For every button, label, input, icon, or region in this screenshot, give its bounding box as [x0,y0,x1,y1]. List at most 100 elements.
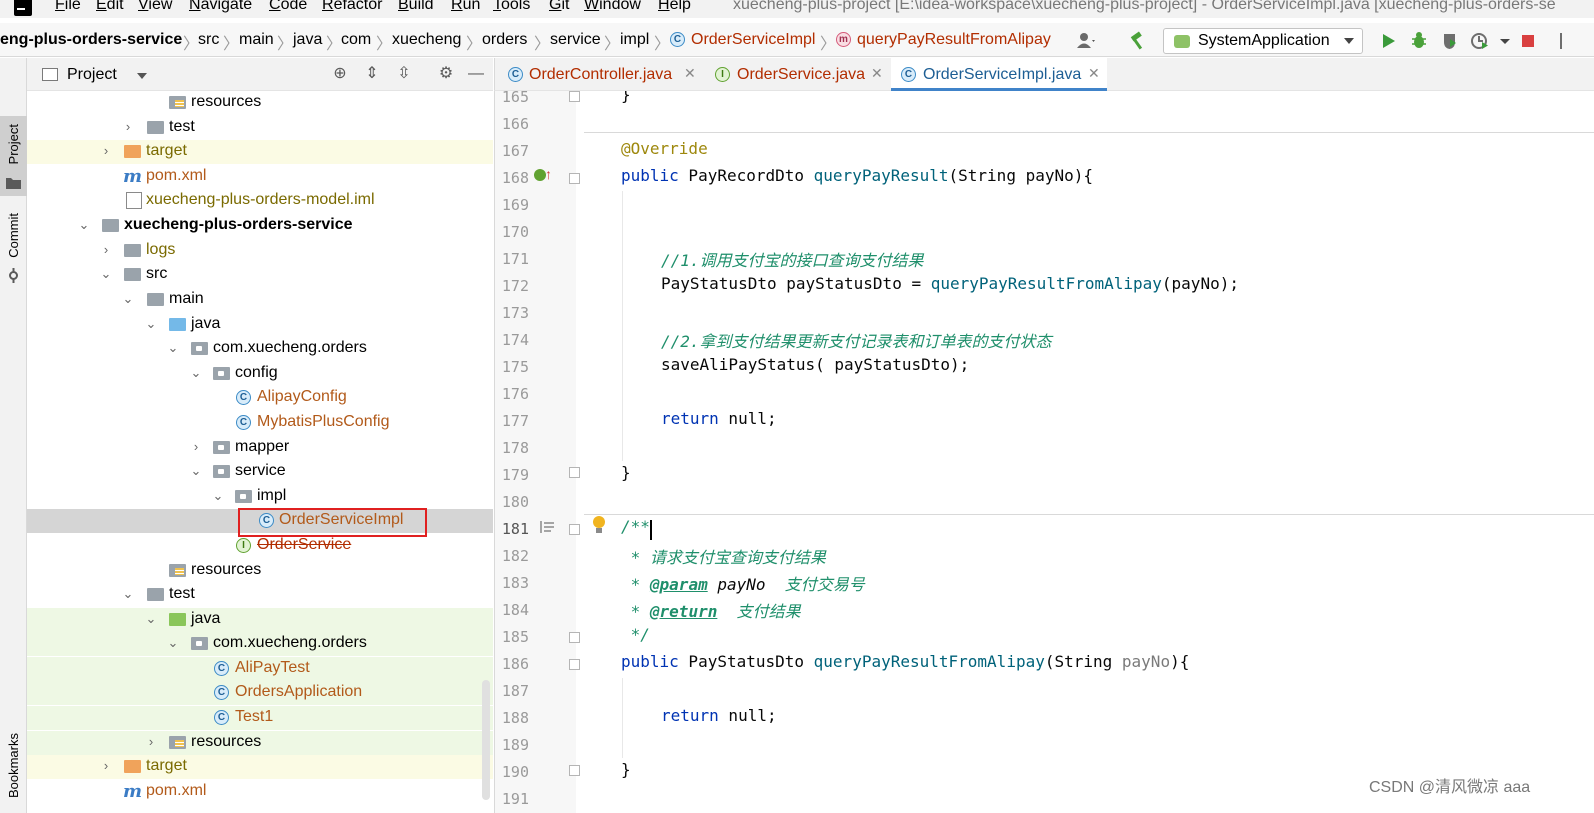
chevron-down-icon[interactable]: ⌄ [190,365,202,381]
chevron-down-icon[interactable]: ⌄ [78,217,90,233]
close-icon[interactable]: ✕ [1088,65,1100,82]
breadcrumb-com[interactable]: com [341,31,371,49]
tab-order-service[interactable]: I OrderService.java ✕ [705,58,889,91]
stop-icon[interactable] [1519,31,1539,51]
chevron-right-icon[interactable]: › [100,143,112,158]
fold-marker-icon[interactable] [569,765,580,776]
menu-navigate[interactable]: Navigate [189,0,252,14]
breadcrumb-method[interactable]: queryPayResultFromAlipay [857,31,1051,49]
breadcrumb-java[interactable]: java [293,31,322,49]
lightbulb-icon[interactable] [592,515,606,535]
fold-marker-icon[interactable] [569,524,580,535]
breadcrumb-impl[interactable]: impl [620,31,649,49]
code-editor[interactable]: } @Override public PayRecordDto queryPay… [576,91,1594,813]
tree-item[interactable]: › mapper [27,436,493,460]
tree-item[interactable]: › target [27,755,493,779]
chevron-down-icon[interactable]: ⌄ [100,266,112,282]
editor-gutter[interactable]: 165 166 167 168 169 170 171 172 173 174 … [494,88,576,813]
chevron-right-icon[interactable]: › [100,242,112,257]
gear-icon[interactable]: ⚙ [437,65,455,83]
breadcrumb-service[interactable]: service [550,31,601,49]
fold-marker-icon[interactable] [569,91,580,102]
tree-item[interactable]: C OrdersApplication [27,681,493,705]
user-icon[interactable] [1076,31,1096,51]
tree-item[interactable]: ⌄ service [27,460,493,484]
project-scrollbar[interactable] [482,680,490,800]
fold-marker-icon[interactable] [569,173,580,184]
debug-icon[interactable] [1409,31,1429,51]
tree-item[interactable]: › test [27,116,493,140]
render-doc-icon[interactable] [540,520,556,534]
tree-item[interactable]: ⌄ impl [27,485,493,509]
tree-item[interactable]: ⌄ main [27,288,493,312]
chevron-right-icon[interactable]: › [122,119,134,134]
menu-file[interactable]: File [55,0,81,14]
menu-code[interactable]: Code [269,0,307,14]
tree-item[interactable]: ⌄ test [27,583,493,607]
tree-item[interactable]: C AliPayTest [27,657,493,681]
profile-icon[interactable] [1470,31,1490,51]
chevron-down-icon[interactable]: ⌄ [212,488,224,504]
menu-help[interactable]: Help [658,0,691,14]
commit-tool-label[interactable]: Commit [6,213,21,258]
menu-refactor[interactable]: Refactor [322,0,382,14]
tree-item[interactable]: resources [27,91,493,115]
close-icon[interactable]: ✕ [871,65,883,82]
menu-window[interactable]: Window [584,0,641,14]
chevron-down-icon[interactable]: ⌄ [145,316,157,332]
tree-item[interactable]: m pom.xml [27,165,493,189]
tree-item[interactable]: › target [27,140,493,164]
tab-order-controller[interactable]: C OrderController.java ✕ [495,58,703,91]
menu-build[interactable]: Build [398,0,434,14]
breadcrumb-orders[interactable]: orders [482,31,527,49]
close-icon[interactable]: ✕ [684,65,696,82]
tree-item[interactable]: ⌄ src [27,263,493,287]
menu-edit[interactable]: Edit [96,0,124,14]
project-panel-title[interactable]: Project [67,66,117,84]
tree-item[interactable]: ⌄ com.xuecheng.orders [27,632,493,656]
breadcrumb-xuecheng[interactable]: xuecheng [392,31,461,49]
bookmarks-tool-label[interactable]: Bookmarks [6,733,21,798]
chevron-down-icon[interactable] [137,73,147,79]
hammer-icon[interactable] [1128,31,1148,51]
tree-item[interactable]: ⌄ com.xuecheng.orders [27,337,493,361]
menu-view[interactable]: View [138,0,172,14]
fold-marker-icon[interactable] [569,467,580,478]
more-run-options-chevron-icon[interactable] [1495,31,1515,51]
chevron-down-icon[interactable]: ⌄ [145,611,157,627]
project-tool-label[interactable]: Project [6,124,21,164]
tree-item[interactable]: C MybatisPlusConfig [27,411,493,435]
menu-run[interactable]: Run [451,0,480,14]
expand-all-icon[interactable]: ⇕ [363,65,381,83]
tab-order-service-impl[interactable]: C OrderServiceImpl.java ✕ [891,58,1107,91]
tree-item[interactable]: xuecheng-plus-orders-model.iml [27,189,493,213]
tree-item[interactable]: ⌄ xuecheng-plus-orders-service [27,214,493,238]
chevron-right-icon[interactable]: › [100,758,112,773]
tree-item[interactable]: › logs [27,239,493,263]
run-configuration-select[interactable]: SystemApplication [1163,28,1363,54]
menu-git[interactable]: Git [549,0,569,14]
chevron-down-icon[interactable]: ⌄ [122,291,134,307]
chevron-down-icon[interactable]: ⌄ [167,635,179,651]
locate-icon[interactable]: ⊕ [331,65,349,83]
fold-marker-icon[interactable] [569,632,580,643]
tree-item[interactable]: ⌄ java [27,608,493,632]
git-icon[interactable] [1557,31,1577,51]
breadcrumb-class[interactable]: OrderServiceImpl [691,31,815,49]
tree-item[interactable]: I OrderService [27,534,493,558]
run-icon[interactable] [1378,31,1398,51]
tree-item[interactable]: m pom.xml [27,780,493,804]
chevron-right-icon[interactable]: › [190,439,202,454]
go-to-super-arrow-icon[interactable]: ↑ [545,166,552,182]
tree-item[interactable]: ⌄ config [27,362,493,386]
chevron-down-icon[interactable]: ⌄ [190,463,202,479]
breadcrumb-module[interactable]: eng-plus-orders-service [0,31,182,49]
collapse-all-icon[interactable]: ⇳ [395,65,413,83]
tree-item[interactable]: › resources [27,731,493,755]
chevron-down-icon[interactable]: ⌄ [122,586,134,602]
breadcrumb-main[interactable]: main [239,31,274,49]
tree-item[interactable]: resources [27,559,493,583]
menu-tools[interactable]: Tools [493,0,530,14]
coverage-icon[interactable] [1440,31,1460,51]
hide-icon[interactable]: — [467,65,485,83]
